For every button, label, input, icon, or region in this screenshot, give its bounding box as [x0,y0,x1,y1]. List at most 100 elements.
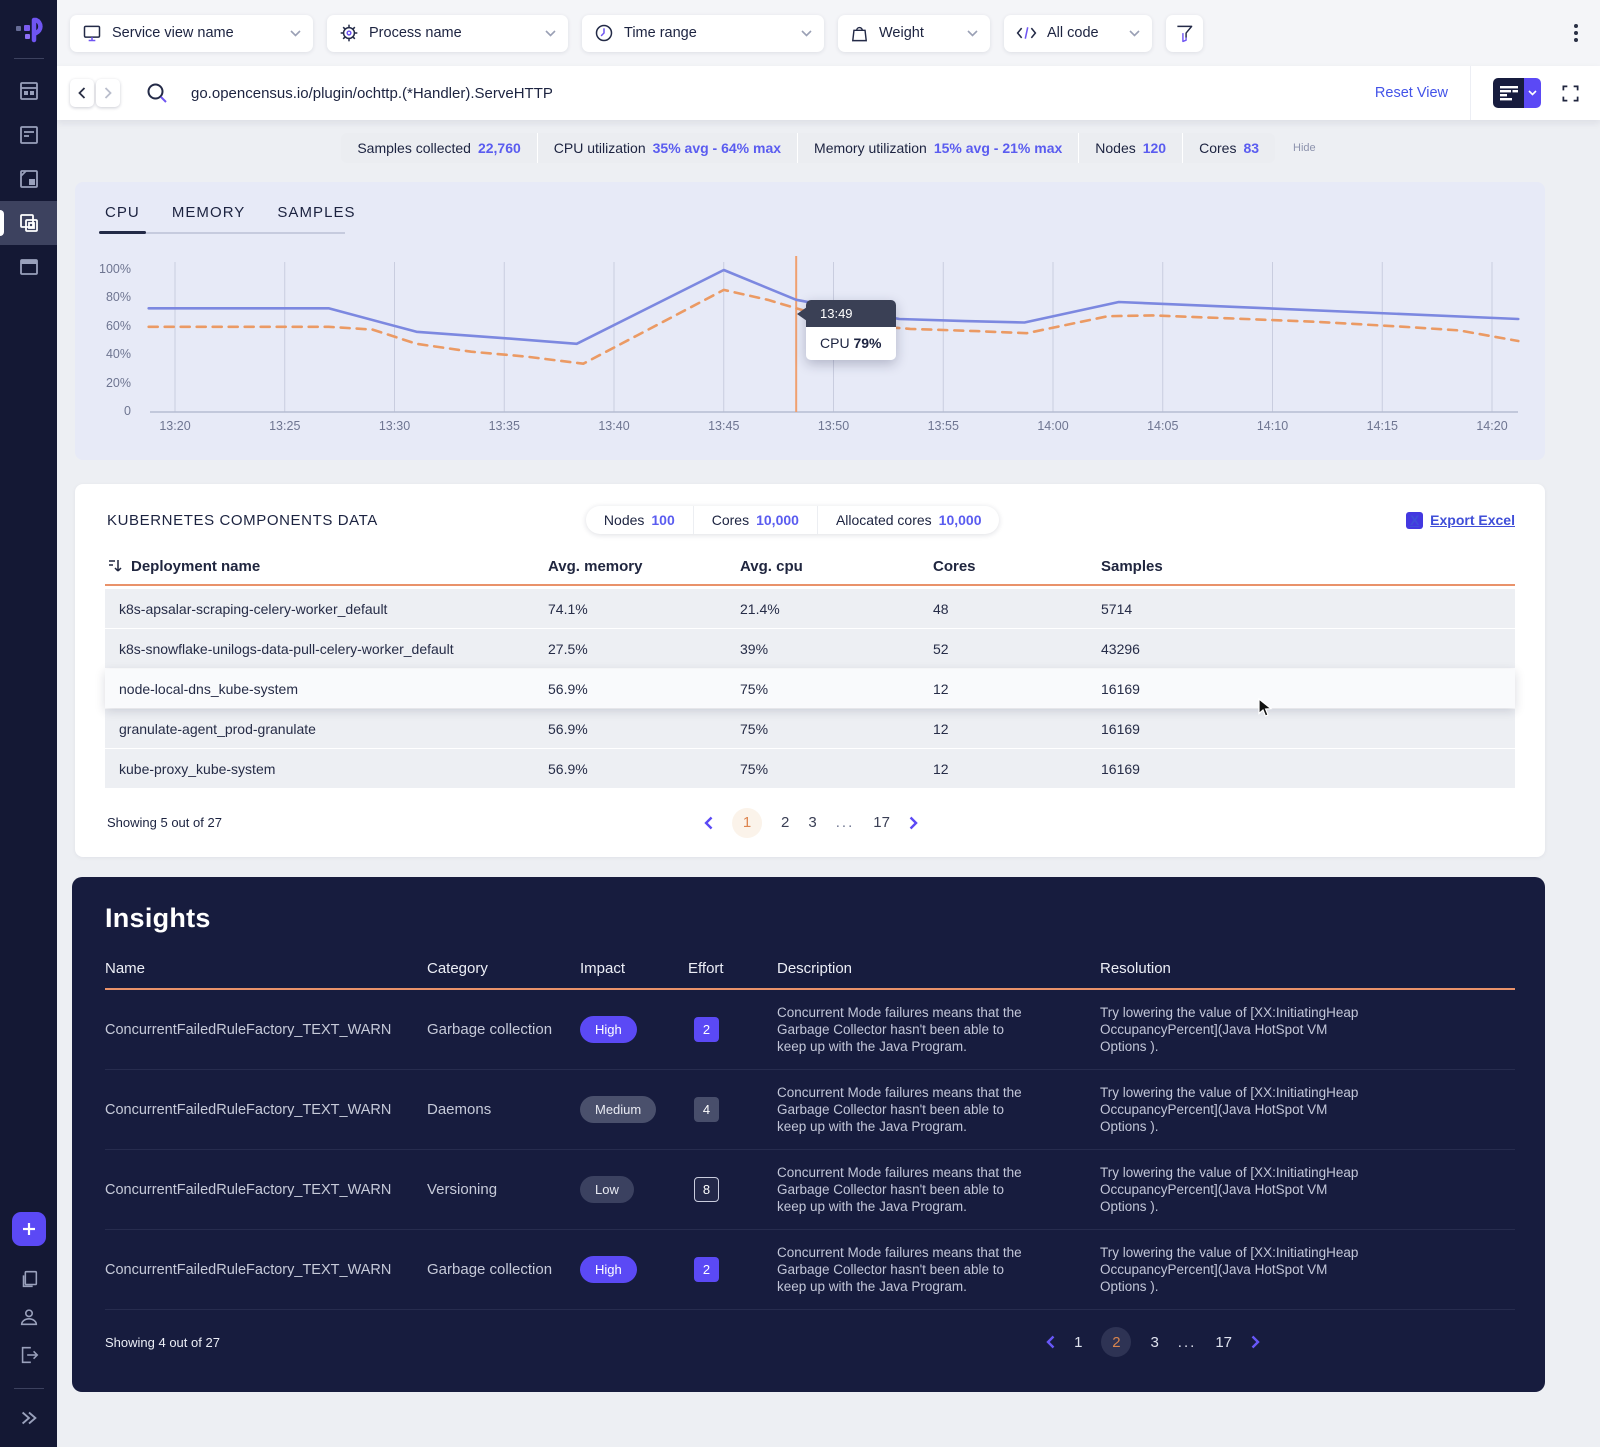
summary-stats-row: Samples collected 22,760 CPU utilization 3… [57,133,1600,163]
x-tick-label: 14:10 [1256,419,1289,433]
column-avg-memory[interactable]: Avg. memory [548,558,740,575]
time-range-dropdown[interactable]: Time range [582,14,824,52]
cell-description: Concurrent Mode failures means that the … [777,1245,1022,1294]
page-button-17[interactable]: 17 [1215,1334,1232,1351]
insight-row[interactable]: ConcurrentFailedRuleFactory_TEXT_WARN Ga… [105,990,1515,1070]
add-button[interactable] [11,1212,46,1246]
table-row[interactable]: k8s-apsalar-scraping-celery-worker_defau… [105,589,1515,628]
sidebar-item-copy[interactable] [0,1260,57,1298]
weight-dropdown[interactable]: Weight [838,14,990,52]
chart-tooltip: 13:49 CPU 79% [797,300,896,360]
process-name-dropdown[interactable]: Process name [327,14,568,52]
cell-insight-name: ConcurrentFailedRuleFactory_TEXT_WARN [105,1181,392,1198]
cell-resolution: Try lowering the value of [XX:Initiating… [1100,1245,1359,1294]
more-options-button[interactable] [1568,18,1584,48]
cell-avg-memory: 74.1% [548,600,588,617]
page-button-1[interactable]: 1 [732,807,763,838]
table-row[interactable]: kube-proxy_kube-system 56.9% 75% 12 1616… [105,749,1515,788]
code-scope-dropdown[interactable]: All code [1004,14,1152,52]
search-icon [147,83,167,103]
k8s-card-title: KUBERNETES COMPONENTS DATA [107,511,378,529]
cell-avg-cpu: 75% [740,680,769,697]
sidebar-item-logout[interactable] [0,1336,57,1374]
sidebar-item-window-view[interactable] [0,245,57,289]
sidebar-collapse-button[interactable] [0,1399,57,1437]
cell-samples: 16169 [1101,680,1140,697]
fullscreen-button[interactable] [1561,84,1580,103]
y-tick-label: 20% [105,375,131,390]
effort-badge: 2 [694,1257,719,1282]
stat-value: 35% avg - 64% max [652,140,782,156]
history-back-button[interactable] [70,79,94,107]
column-cores[interactable]: Cores [933,558,1101,575]
sidebar-item-list-view[interactable] [0,113,57,157]
sidebar-item-expand-view[interactable] [0,157,57,201]
page-button-17[interactable]: 17 [873,814,890,831]
page-button-1[interactable]: 1 [1074,1334,1082,1351]
page-button-3[interactable]: 3 [808,814,816,831]
sidebar-item-profile[interactable] [0,1298,57,1336]
k8s-stat-allocated-cores: Allocated cores 10,000 [818,506,1000,534]
k8s-stat-cores: Cores 10,000 [694,506,818,534]
stat-label: Cores [1199,140,1237,156]
tab-samples[interactable]: SAMPLES [277,204,355,221]
cell-avg-cpu: 21.4% [740,600,780,617]
pagination-prev-button[interactable] [1046,1335,1055,1349]
monitor-icon [83,25,101,42]
view-mode-button[interactable] [1493,78,1541,108]
app-logo[interactable] [14,14,44,44]
code-icon [1016,27,1037,39]
export-excel-button[interactable]: X Export Excel [1406,511,1515,529]
gear-icon [340,24,358,42]
cell-resolution: Try lowering the value of [XX:Initiating… [1100,1165,1359,1214]
reset-view-link[interactable]: Reset View [1375,85,1448,101]
page-button-2[interactable]: 2 [1101,1327,1132,1357]
column-samples[interactable]: Samples [1101,558,1515,575]
x-tick-label: 13:50 [817,419,850,433]
column-avg-cpu[interactable]: Avg. cpu [740,558,933,575]
service-view-dropdown-label: Service view name [112,25,234,41]
y-tick-label: 40% [105,347,131,362]
k8s-card-header: KUBERNETES COMPONENTS DATA Nodes 100 Core… [75,484,1545,534]
cell-avg-cpu: 39% [740,640,769,657]
effort-badge: 4 [694,1097,719,1122]
service-view-dropdown[interactable]: Service view name [70,14,313,52]
column-deployment-name[interactable]: Deployment name [105,558,548,575]
insights-table-header: Name Category Impact Effort Description … [105,954,1515,982]
search-input[interactable]: go.opencensus.io/plugin/ochttp.(*Handler… [191,85,1375,102]
sidebar-item-dashboard-view[interactable] [0,69,57,113]
cell-cores: 52 [933,640,949,657]
table-row-hovered[interactable]: node-local-dns_kube-system 56.9% 75% 12 … [105,669,1515,708]
tab-cpu[interactable]: CPU [99,204,146,234]
sidebar [0,0,57,1447]
hide-stats-link[interactable]: Hide [1293,142,1316,154]
page-button-2[interactable]: 2 [781,814,789,831]
filter-button[interactable] [1166,14,1203,52]
view-mode-chevron[interactable] [1524,78,1541,108]
sidebar-item-overlay-view[interactable] [0,201,57,245]
k8s-table-footer: Showing 5 out of 27 1 2 3 ... 17 [107,807,1515,838]
cell-deployment-name: k8s-snowflake-unilogs-data-pull-celery-w… [119,640,454,657]
insight-row[interactable]: ConcurrentFailedRuleFactory_TEXT_WARN Ve… [105,1150,1515,1230]
cell-cores: 12 [933,680,949,697]
x-tick-label: 13:45 [708,419,740,433]
table-row[interactable]: k8s-snowflake-unilogs-data-pull-celery-w… [105,629,1515,668]
insight-row[interactable]: ConcurrentFailedRuleFactory_TEXT_WARN Ga… [105,1230,1515,1310]
pagination-next-button[interactable] [909,816,918,830]
cell-category: Garbage collection [427,1261,553,1278]
table-row[interactable]: granulate-agent_prod-granulate 56.9% 75%… [105,709,1515,748]
plus-icon [22,1223,35,1235]
cell-avg-cpu: 75% [740,760,769,777]
history-forward-button[interactable] [96,79,120,107]
cell-deployment-name: granulate-agent_prod-granulate [119,720,316,737]
insight-row[interactable]: ConcurrentFailedRuleFactory_TEXT_WARN Da… [105,1070,1515,1150]
cell-samples: 16169 [1101,760,1140,777]
tab-memory[interactable]: MEMORY [172,204,246,221]
cell-cores: 12 [933,760,949,777]
pagination-next-button[interactable] [1251,1335,1260,1349]
page-ellipsis: ... [1177,1333,1197,1351]
effort-badge: 8 [694,1177,719,1202]
page-button-3[interactable]: 3 [1150,1334,1158,1351]
impact-badge: Medium [580,1096,657,1123]
pagination-prev-button[interactable] [704,816,713,830]
